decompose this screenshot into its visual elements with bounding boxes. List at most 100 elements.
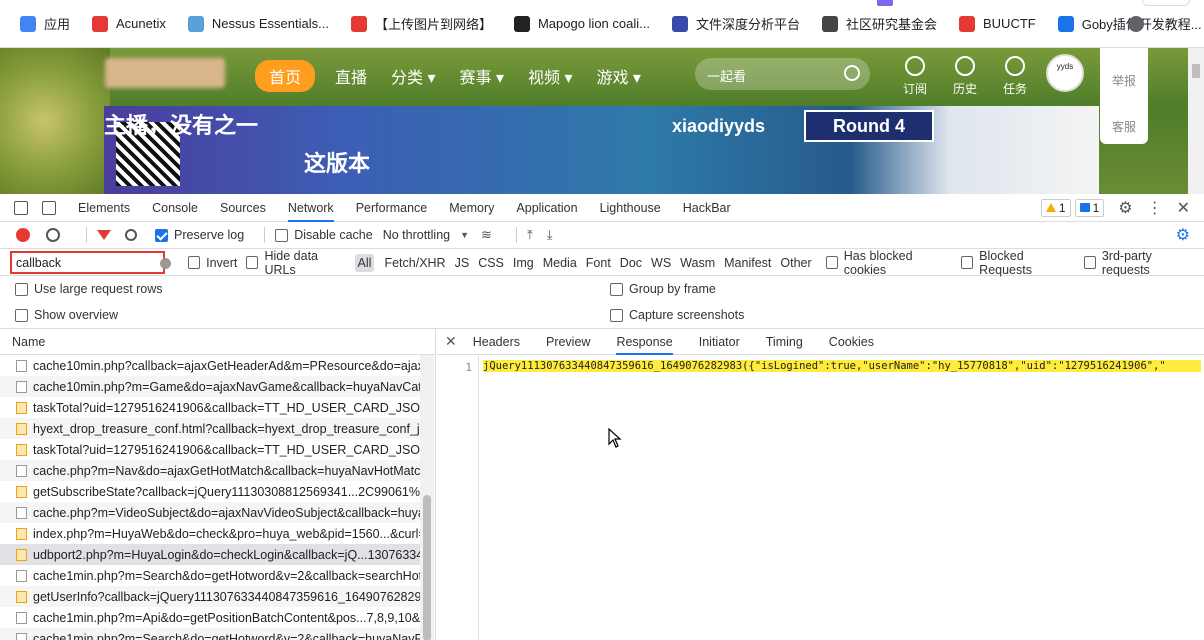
upload-icon[interactable]: ⤒ xyxy=(527,227,533,243)
nav-category[interactable]: 分类 ▾ xyxy=(391,64,435,88)
nav-game[interactable]: 游戏 ▾ xyxy=(596,64,640,88)
disable-cache-checkbox[interactable] xyxy=(275,228,289,242)
service-button[interactable]: 客服 xyxy=(1100,98,1148,144)
request-row[interactable]: index.php?m=HuyaWeb&do=check&pro=huya_we… xyxy=(0,523,420,544)
request-row[interactable]: cache1min.php?m=Search&do=getHotword&v=2… xyxy=(0,628,420,640)
request-row[interactable]: getUserInfo?callback=jQuery1113076334408… xyxy=(0,586,420,607)
type-js[interactable]: JS xyxy=(455,256,470,270)
request-row[interactable]: cache1min.php?m=Api&do=getPositionBatchC… xyxy=(0,607,420,628)
type-font[interactable]: Font xyxy=(586,256,611,270)
response-body[interactable]: 1 jQuery111307633440847359616_1649076282… xyxy=(437,356,1204,640)
report-button[interactable]: 举报 xyxy=(1100,52,1148,98)
tab-hackbar[interactable]: HackBar xyxy=(683,194,731,222)
type-all[interactable]: All xyxy=(354,253,375,272)
preserve-log-checkbox[interactable] xyxy=(155,228,168,242)
type-ws[interactable]: WS xyxy=(651,256,671,270)
bookmark-item[interactable]: 【上传图片到网络】 xyxy=(350,14,492,33)
third-party-checkbox[interactable] xyxy=(1083,256,1096,269)
type-media[interactable]: Media xyxy=(543,256,577,270)
tab-sources[interactable]: Sources xyxy=(220,194,266,222)
search-icon[interactable] xyxy=(844,65,860,81)
type-fetch-xhr[interactable]: Fetch/XHR xyxy=(384,256,445,270)
tab-response[interactable]: Response xyxy=(616,329,673,355)
request-row[interactable]: taskTotal?uid=1279516241906&callback=TT_… xyxy=(0,397,420,418)
network-settings-icon[interactable]: ⚙ xyxy=(1176,225,1190,245)
page-scrollbar[interactable] xyxy=(1188,48,1204,194)
globe-icon[interactable] xyxy=(1128,16,1144,32)
tab-cookies[interactable]: Cookies xyxy=(829,329,874,355)
blocked-requests-checkbox[interactable] xyxy=(961,256,974,269)
history-button[interactable]: 历史 xyxy=(940,56,990,97)
site-logo[interactable] xyxy=(105,58,225,88)
capture-screenshots-checkbox[interactable] xyxy=(610,309,623,323)
response-text[interactable]: jQuery111307633440847359616_164907628298… xyxy=(483,360,1201,372)
download-icon[interactable]: ⤓ xyxy=(547,227,553,243)
tab-console[interactable]: Console xyxy=(152,194,198,222)
tab-network[interactable]: Network xyxy=(287,194,334,222)
tab-performance[interactable]: Performance xyxy=(356,194,428,222)
type-manifest[interactable]: Manifest xyxy=(724,256,771,270)
request-row[interactable]: hyext_drop_treasure_conf.html?callback=h… xyxy=(0,418,420,439)
scrollbar-thumb[interactable] xyxy=(423,495,431,640)
request-row[interactable]: cache.php?m=Nav&do=ajaxGetHotMatch&callb… xyxy=(0,460,420,481)
type-img[interactable]: Img xyxy=(513,256,534,270)
banner[interactable]: 主播，没有之一 这版本 xiaodiyyds Round 4 xyxy=(104,106,1099,194)
bookmark-item[interactable]: 社区研究基金会 xyxy=(821,14,937,33)
tab-timing[interactable]: Timing xyxy=(766,329,803,355)
wifi-icon[interactable]: ≋ xyxy=(481,227,492,243)
bookmark-item[interactable]: BUUCTF xyxy=(959,15,1036,32)
name-column-header[interactable]: Name xyxy=(0,329,435,355)
extension-icon[interactable] xyxy=(877,0,893,6)
request-row[interactable]: cache10min.php?m=Game&do=ajaxNavGame&cal… xyxy=(0,376,420,397)
request-list-scrollbar[interactable] xyxy=(420,355,434,640)
close-detail-icon[interactable]: ✕ xyxy=(445,333,457,350)
throttling-select[interactable]: No throttling xyxy=(383,228,450,242)
bookmark-item[interactable]: 文件深度分析平台 xyxy=(671,14,800,33)
bookmark-item[interactable]: Acunetix xyxy=(92,15,166,32)
bookmark-item[interactable]: 应用 xyxy=(20,14,70,33)
filter-icon[interactable] xyxy=(97,230,111,240)
request-row[interactable]: cache.php?m=VideoSubject&do=ajaxNavVideo… xyxy=(0,502,420,523)
avatar[interactable]: yyds xyxy=(1046,54,1084,92)
tab-elements[interactable]: Elements xyxy=(78,194,130,222)
type-css[interactable]: CSS xyxy=(478,256,504,270)
profile-button[interactable] xyxy=(1142,0,1190,6)
warnings-badge[interactable]: 1 xyxy=(1040,198,1071,217)
tab-application[interactable]: Application xyxy=(516,194,577,222)
search-icon[interactable] xyxy=(125,229,137,241)
bookmark-item[interactable]: Nessus Essentials... xyxy=(187,15,329,32)
record-icon[interactable] xyxy=(16,228,30,242)
clear-filter-icon[interactable] xyxy=(160,258,171,269)
type-wasm[interactable]: Wasm xyxy=(680,256,715,270)
request-row[interactable]: udbport2.php?m=HuyaLogin&do=checkLogin&c… xyxy=(0,544,420,565)
nav-live[interactable]: 直播 xyxy=(335,64,367,88)
device-toolbar-icon[interactable] xyxy=(42,200,56,215)
subscribe-button[interactable]: 订阅 xyxy=(890,56,940,97)
tab-initiator[interactable]: Initiator xyxy=(699,329,740,355)
chevron-down-icon[interactable]: ▼ xyxy=(460,230,469,240)
messages-badge[interactable]: 1 xyxy=(1074,198,1105,217)
tab-lighthouse[interactable]: Lighthouse xyxy=(600,194,661,222)
task-button[interactable]: 任务 xyxy=(990,56,1040,97)
tab-headers[interactable]: Headers xyxy=(473,329,520,355)
clear-icon[interactable] xyxy=(46,228,60,242)
nav-match[interactable]: 赛事 ▾ xyxy=(460,64,504,88)
hide-data-urls-checkbox[interactable] xyxy=(246,256,259,269)
large-rows-checkbox[interactable] xyxy=(15,283,28,297)
scrollbar-thumb[interactable] xyxy=(1192,64,1200,78)
has-blocked-cookies-checkbox[interactable] xyxy=(825,256,838,269)
request-row[interactable]: cache10min.php?callback=ajaxGetHeaderAd&… xyxy=(0,355,420,376)
group-by-frame-checkbox[interactable] xyxy=(610,283,623,297)
request-row[interactable]: taskTotal?uid=1279516241906&callback=TT_… xyxy=(0,439,420,460)
filter-input[interactable]: callback xyxy=(10,251,165,274)
type-other[interactable]: Other xyxy=(780,256,811,270)
site-search-input[interactable]: 一起看 xyxy=(695,58,870,90)
tab-memory[interactable]: Memory xyxy=(449,194,494,222)
inspect-element-icon[interactable] xyxy=(14,200,28,215)
nav-video[interactable]: 视频 ▾ xyxy=(528,64,572,88)
more-menu-icon[interactable]: ⋮ xyxy=(1147,198,1163,218)
request-row[interactable]: getSubscribeState?callback=jQuery1113030… xyxy=(0,481,420,502)
show-overview-checkbox[interactable] xyxy=(15,309,28,323)
request-row[interactable]: cache1min.php?m=Search&do=getHotword&v=2… xyxy=(0,565,420,586)
tab-preview[interactable]: Preview xyxy=(546,329,590,355)
